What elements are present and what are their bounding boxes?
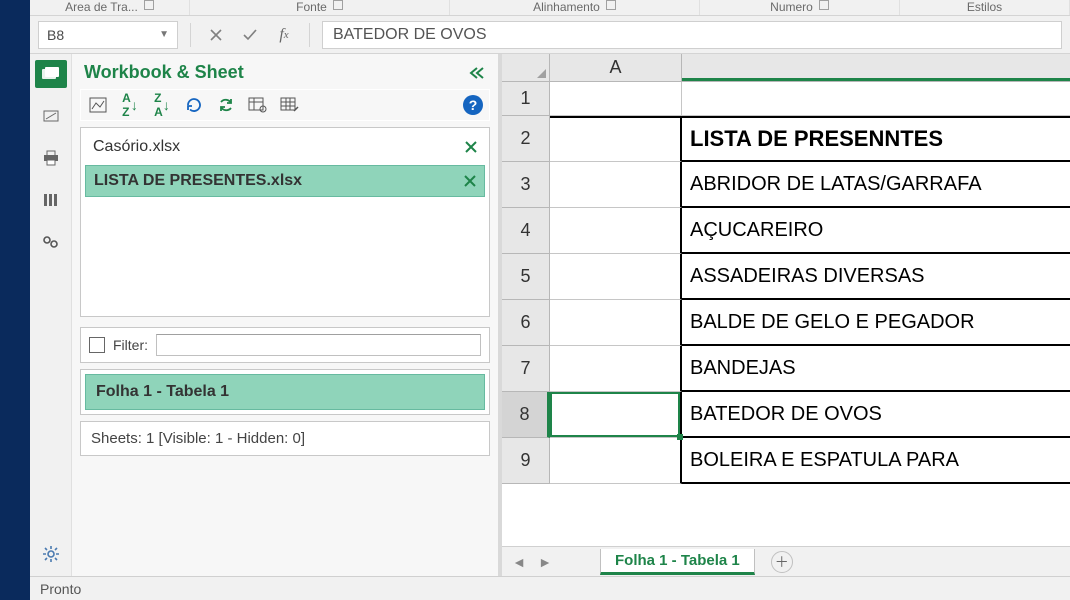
row-header[interactable]: 6	[502, 300, 550, 346]
column-headers: A	[502, 54, 1070, 82]
close-icon[interactable]	[465, 141, 477, 153]
row-header[interactable]: 1	[502, 82, 550, 116]
cell[interactable]: BATEDOR DE OVOS	[682, 392, 1070, 438]
workbook-name: LISTA DE PRESENTES.xlsx	[94, 172, 302, 190]
help-icon[interactable]: ?	[463, 95, 483, 115]
cell[interactable]: AÇUCAREIRO	[682, 208, 1070, 254]
status-text: Pronto	[40, 581, 81, 597]
dialog-launcher-icon[interactable]	[819, 0, 829, 10]
separator	[309, 23, 310, 47]
tab-nav-prev-icon[interactable]: ◄	[510, 554, 528, 570]
confirm-edit-icon[interactable]	[237, 22, 263, 48]
dialog-launcher-icon[interactable]	[144, 0, 154, 10]
row-header[interactable]: 9	[502, 438, 550, 484]
chevron-down-icon[interactable]: ▼	[159, 29, 169, 40]
sort-desc-icon[interactable]: ZA↓	[151, 94, 173, 116]
formula-bar: B8 ▼ fx BATEDOR DE OVOS	[30, 16, 1070, 54]
cell[interactable]: ABRIDOR DE LATAS/GARRAFA	[682, 162, 1070, 208]
table-edit-icon[interactable]	[279, 94, 301, 116]
workbook-name: Casório.xlsx	[93, 138, 180, 156]
cell[interactable]	[550, 82, 682, 116]
sheet-tab-bar: ◄ ► Folha 1 - Tabela 1 ＋	[502, 546, 1070, 576]
sheet-list: Folha 1 - Tabela 1	[80, 369, 490, 415]
row-header[interactable]: 5	[502, 254, 550, 300]
dialog-launcher-icon[interactable]	[333, 0, 343, 10]
sort-asc-icon[interactable]: AZ↓	[119, 94, 141, 116]
tab-workbook-icon[interactable]	[35, 60, 67, 88]
cell[interactable]	[550, 254, 682, 300]
workbook-item-active[interactable]: LISTA DE PRESENTES.xlsx	[85, 165, 485, 197]
filter-row: Filter:	[80, 327, 490, 363]
close-icon[interactable]	[464, 175, 476, 187]
tab-find-icon[interactable]	[35, 228, 67, 256]
cell[interactable]	[550, 162, 682, 208]
row-header[interactable]: 7	[502, 346, 550, 392]
filter-input[interactable]	[156, 334, 481, 356]
refresh-icon[interactable]	[183, 94, 205, 116]
cell[interactable]: BANDEJAS	[682, 346, 1070, 392]
column-header-A[interactable]: A	[550, 54, 682, 81]
collapse-panel-icon[interactable]	[468, 66, 486, 80]
row-header[interactable]: 4	[502, 208, 550, 254]
cell[interactable]: BOLEIRA E ESPATULA PARA	[682, 438, 1070, 484]
row-header[interactable]: 8	[502, 392, 550, 438]
cell[interactable]	[550, 208, 682, 254]
sheet-item-active[interactable]: Folha 1 - Tabela 1	[85, 374, 485, 410]
table-settings-icon[interactable]	[247, 94, 269, 116]
column-header-rest[interactable]	[682, 54, 1070, 81]
status-bar: Pronto	[30, 576, 1070, 600]
cell[interactable]	[550, 438, 682, 484]
row-header[interactable]: 3	[502, 162, 550, 208]
panel-side-tabs	[30, 54, 72, 576]
spreadsheet-grid[interactable]: A 12 LISTA DE PRESENNTES 3 ABRIDOR DE LATAS…	[502, 54, 1070, 576]
new-sheet-icon[interactable]: ＋	[771, 551, 793, 573]
tab-print-icon[interactable]	[35, 144, 67, 172]
formula-input[interactable]: BATEDOR DE OVOS	[322, 21, 1062, 49]
settings-gear-icon[interactable]	[35, 540, 67, 568]
name-box[interactable]: B8 ▼	[38, 21, 178, 49]
line-chart-icon[interactable]	[87, 94, 109, 116]
workbook-list: Casório.xlsx LISTA DE PRESENTES.xlsx	[80, 127, 490, 317]
sync-icon[interactable]	[215, 94, 237, 116]
select-all-corner[interactable]	[502, 54, 550, 81]
cell[interactable]	[550, 392, 682, 438]
cell[interactable]: BALDE DE GELO E PEGADOR	[682, 300, 1070, 346]
cell[interactable]: ASSADEIRAS DIVERSAS	[682, 254, 1070, 300]
name-box-value: B8	[47, 27, 64, 43]
sheet-stats: Sheets: 1 [Visible: 1 - Hidden: 0]	[80, 421, 490, 456]
insert-function-icon[interactable]: fx	[271, 22, 297, 48]
cell[interactable]	[550, 116, 682, 162]
formula-text: BATEDOR DE OVOS	[333, 26, 487, 44]
tab-columns-icon[interactable]	[35, 186, 67, 214]
filter-checkbox[interactable]	[89, 337, 105, 353]
cell[interactable]	[550, 300, 682, 346]
panel-title: Workbook & Sheet	[84, 62, 244, 83]
separator	[190, 23, 191, 47]
panel-toolbar: AZ↓ ZA↓	[80, 89, 490, 121]
cancel-edit-icon[interactable]	[203, 22, 229, 48]
tab-nav-next-icon[interactable]: ►	[536, 554, 554, 570]
ribbon-group-labels: Area de Tra... Fonte Alinhamento Numero …	[30, 0, 1070, 16]
workbook-item[interactable]: Casório.xlsx	[85, 132, 485, 162]
cell[interactable]	[682, 82, 1070, 116]
tab-charts-icon[interactable]	[35, 102, 67, 130]
cell[interactable]	[550, 346, 682, 392]
filter-label: Filter:	[113, 337, 148, 353]
dialog-launcher-icon[interactable]	[606, 0, 616, 10]
cell[interactable]: LISTA DE PRESENNTES	[682, 116, 1070, 162]
row-header[interactable]: 2	[502, 116, 550, 162]
sheet-tab-active[interactable]: Folha 1 - Tabela 1	[600, 549, 755, 575]
